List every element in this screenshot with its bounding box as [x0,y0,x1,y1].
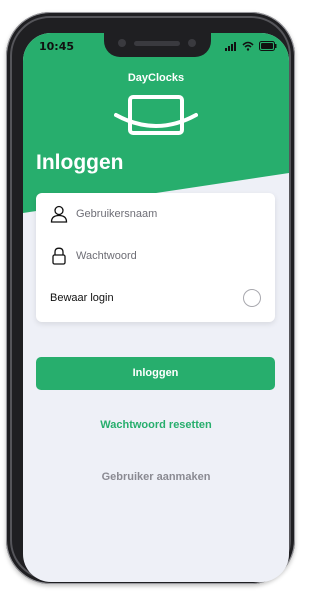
user-icon [50,205,68,223]
username-row [50,205,256,223]
status-time: 10:45 [39,40,75,53]
page-title: Inloggen [36,151,124,174]
brand-name: DayClocks [127,72,185,84]
camera-dot [188,39,196,47]
lock-icon [50,247,68,265]
reset-password-link[interactable]: Wachtwoord resetten [23,419,289,431]
create-user-link[interactable]: Gebruiker aanmaken [23,471,289,483]
username-input[interactable] [76,208,256,220]
wifi-icon [242,41,254,51]
remember-login-toggle[interactable] [243,289,261,307]
dayclocks-logo [114,95,198,135]
phone-frame: 10:45 DayClocks Inloggen Gebruikersnaam … [6,12,295,584]
battery-icon [259,41,277,51]
password-row [50,247,256,265]
signal-icon [225,42,236,51]
app-screen: 10:45 DayClocks Inloggen Gebruikersnaam … [23,33,289,582]
remember-login-label: Bewaar login [50,292,114,304]
password-input[interactable] [76,250,256,262]
login-button[interactable]: Inloggen [36,357,275,390]
camera-dot [118,39,126,47]
login-form-card: Bewaar login [36,193,275,322]
status-icons [225,40,277,52]
phone-notch [104,33,211,57]
speaker-grille [134,41,180,46]
